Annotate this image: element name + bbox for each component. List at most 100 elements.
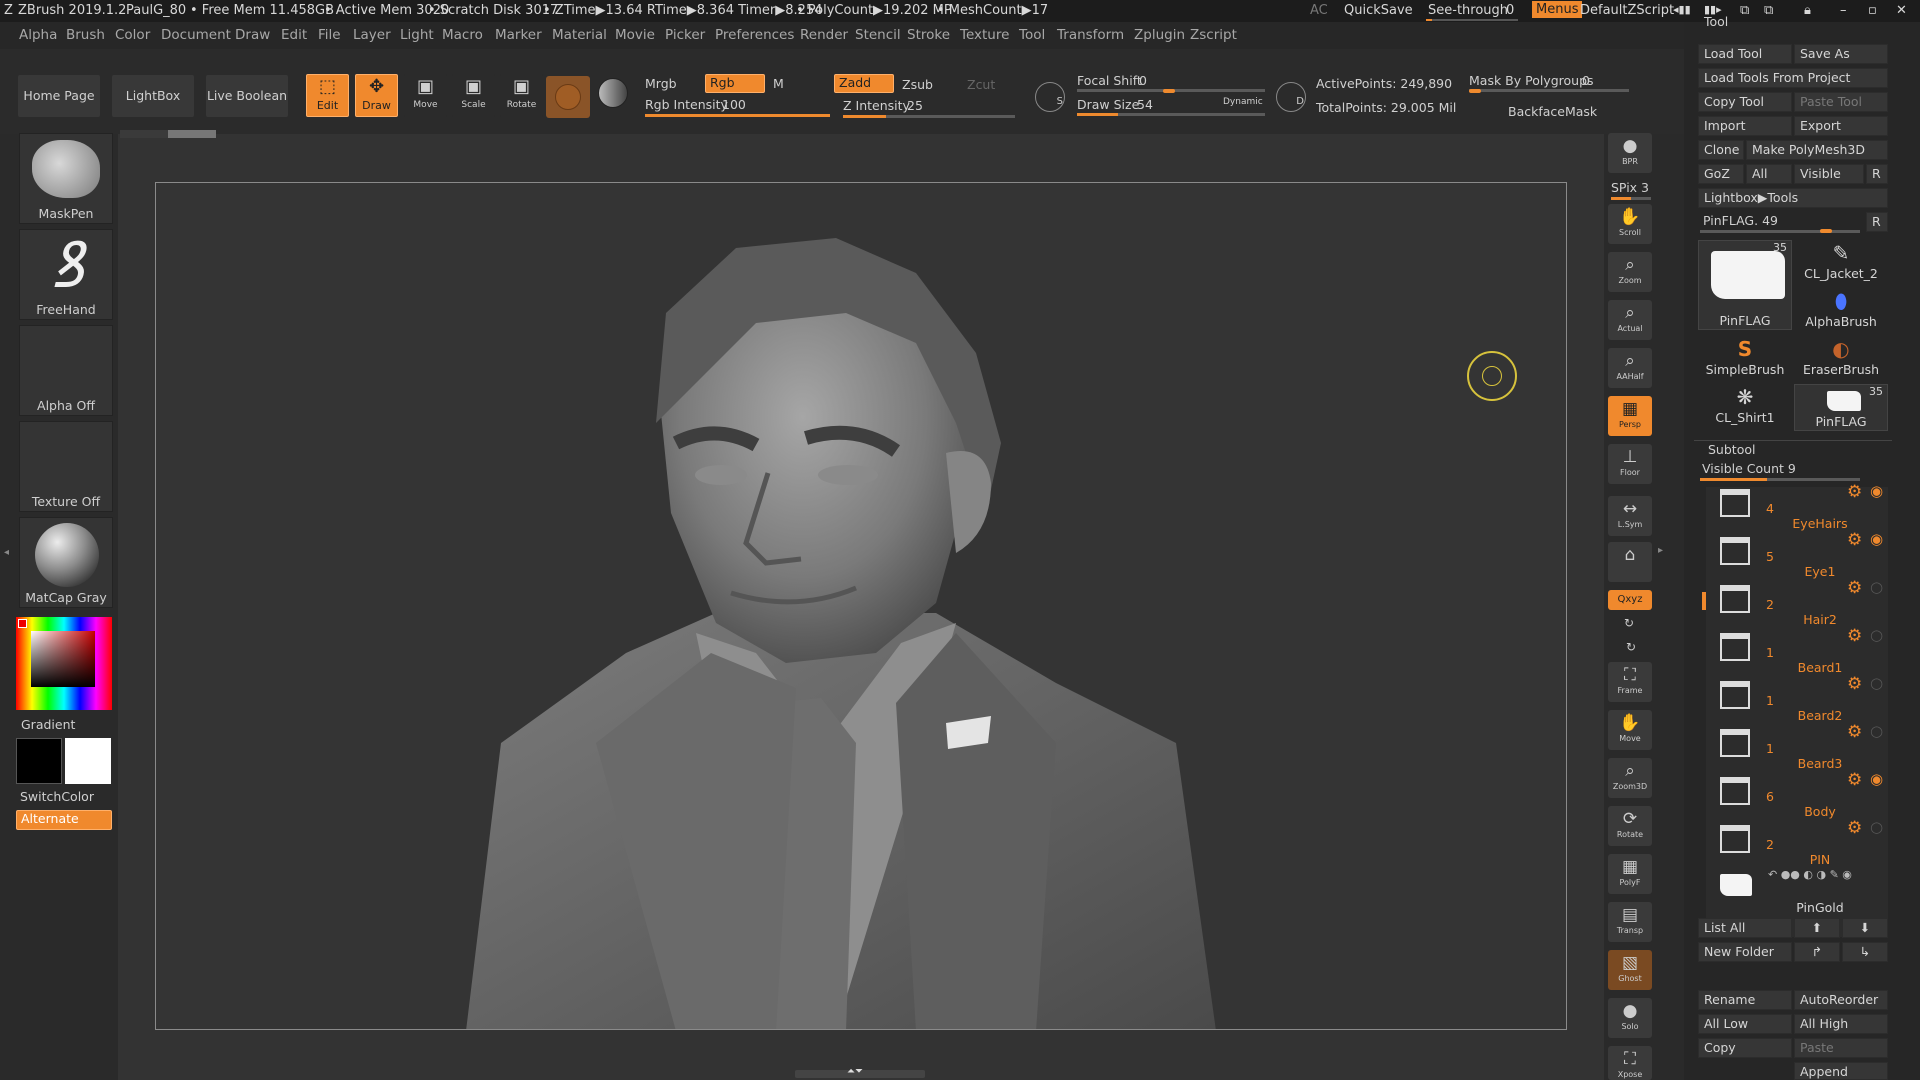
subtool-folder-icon[interactable] [1720, 777, 1750, 805]
backface-mask-button[interactable]: BackfaceMask [1508, 104, 1597, 119]
draw-mode-button[interactable]: ✥ Draw [355, 74, 398, 117]
tray-left-icon[interactable]: ◂▮▮ [1673, 3, 1691, 16]
see-through-slider[interactable] [1426, 19, 1518, 21]
eye-icon[interactable]: ○ [1870, 818, 1883, 836]
move-button[interactable]: ▣ Move [404, 74, 447, 117]
subtool-folder-icon[interactable] [1720, 633, 1750, 661]
xpose-button[interactable]: ⛶ Xpose [1608, 1046, 1652, 1080]
import-button[interactable]: Import [1698, 116, 1792, 136]
zadd-button[interactable]: Zadd [834, 74, 894, 93]
frame-button[interactable]: ⛶ Frame [1608, 662, 1652, 702]
menu-file[interactable]: File [318, 27, 341, 43]
zcut-button[interactable]: Zcut [967, 77, 995, 92]
tool-thumb-pinflag-2[interactable]: 35 PinFLAG [1794, 384, 1888, 431]
polyf-button[interactable]: ▦ PolyF [1608, 854, 1652, 894]
export-button[interactable]: Export [1794, 116, 1888, 136]
subtool-panel-title[interactable]: Subtool [1708, 442, 1755, 457]
gear-icon[interactable]: ⚙ [1847, 578, 1862, 598]
menu-brush[interactable]: Brush [66, 27, 105, 43]
lsym-button[interactable]: ↔ L.Sym [1608, 496, 1652, 536]
menu-alpha[interactable]: Alpha [19, 27, 57, 43]
eye-icon[interactable]: ○ [1870, 578, 1883, 596]
menu-light[interactable]: Light [400, 27, 434, 43]
eye-icon[interactable]: ◉ [1870, 770, 1883, 788]
eye-icon[interactable]: ○ [1870, 626, 1883, 644]
save-as-button[interactable]: Save As [1794, 44, 1888, 64]
arrow-up-icon[interactable]: ⬆ [1794, 918, 1840, 938]
subtool-name[interactable]: Beard2 [1760, 708, 1880, 723]
see-through-label[interactable]: See-through [1428, 3, 1508, 18]
mask-by-polygroups-knob[interactable] [1469, 89, 1481, 93]
window-restore-icon[interactable]: ⧉ [1764, 3, 1773, 18]
subtool-name[interactable]: PIN [1760, 852, 1880, 867]
eye-icon[interactable]: ◉ [1870, 482, 1883, 500]
menu-color[interactable]: Color [115, 27, 150, 43]
lock-icon[interactable]: 🔒︎ [1804, 3, 1811, 18]
lightbox-button[interactable]: LightBox [112, 75, 194, 117]
rotate-button[interactable]: ▣ Rotate [500, 74, 543, 117]
tool-thumb-pinflag[interactable]: 35 PinFLAG [1698, 240, 1792, 330]
tool-thumb-cl-shirt[interactable]: ❋ CL_Shirt1 [1698, 384, 1792, 431]
gear-icon[interactable]: ⚙ [1847, 770, 1862, 790]
zoom-button[interactable]: ⌕ Zoom [1608, 252, 1652, 292]
subtool-folder-icon[interactable] [1720, 537, 1750, 565]
rotate-z-icon[interactable]: ↻ [1626, 640, 1636, 654]
scroll-button[interactable]: ✋ Scroll [1608, 204, 1652, 244]
menu-transform[interactable]: Transform [1057, 27, 1124, 43]
bpr-button[interactable]: ● BPR [1608, 133, 1652, 173]
menu-texture[interactable]: Texture [960, 27, 1009, 43]
spix-label[interactable]: SPix 3 [1611, 180, 1649, 195]
menu-stroke[interactable]: Stroke [907, 27, 950, 43]
goz-all-button[interactable]: All [1746, 164, 1792, 184]
subtool-toggles-icon[interactable]: ↶ ●● ◐ ◑ ✎ ◉ [1768, 868, 1852, 881]
tool-thumb-eraserbrush[interactable]: ◐ EraserBrush [1794, 336, 1888, 383]
brush-selector[interactable]: MaskPen [19, 133, 113, 224]
menu-draw[interactable]: Draw [235, 27, 270, 43]
dynamic-size-button[interactable]: Dynamic [1223, 97, 1263, 107]
copy-button[interactable]: Copy [1698, 1038, 1792, 1058]
eye-icon[interactable]: ○ [1870, 722, 1883, 740]
gear-icon[interactable]: ⚙ [1847, 482, 1862, 502]
quicksave-button[interactable]: QuickSave [1344, 3, 1413, 18]
rotate-view-button[interactable]: ⟳ Rotate [1608, 806, 1652, 846]
qxyz-button[interactable]: Qxyz [1608, 590, 1652, 610]
append-button[interactable]: Append [1794, 1062, 1888, 1080]
subtool-folder-icon[interactable] [1720, 729, 1750, 757]
make-polymesh3d-button[interactable]: Make PolyMesh3D [1746, 140, 1888, 160]
menu-zscript[interactable]: Zscript [1190, 27, 1237, 43]
menu-zplugin[interactable]: Zplugin [1134, 27, 1185, 43]
gear-icon[interactable]: ⚙ [1847, 722, 1862, 742]
menu-stencil[interactable]: Stencil [855, 27, 901, 43]
tool-r-button[interactable]: R [1866, 212, 1888, 232]
subtool-folder-icon[interactable] [1720, 585, 1750, 613]
mrgb-button[interactable]: Mrgb [645, 76, 677, 91]
load-tools-from-project-button[interactable]: Load Tools From Project [1698, 68, 1888, 88]
rgb-button[interactable]: Rgb [705, 74, 765, 93]
move-down-icon[interactable]: ↳ [1842, 942, 1888, 962]
subtool-folder-icon[interactable] [1720, 825, 1750, 853]
primary-color-swatch[interactable] [16, 738, 62, 784]
switch-color-button[interactable]: SwitchColor [20, 789, 94, 804]
window-layout-icon[interactable]: ⧉ [1740, 3, 1749, 18]
material-selector[interactable]: MatCap Gray [19, 517, 113, 608]
close-icon[interactable]: ✕ [1896, 3, 1907, 18]
paste-tool-button[interactable]: Paste Tool [1794, 92, 1888, 112]
home-page-button[interactable]: Home Page [18, 75, 100, 117]
maximize-icon[interactable]: ▫ [1868, 3, 1877, 18]
texture-selector[interactable]: Texture Off [19, 421, 113, 512]
visible-count-slider[interactable] [1700, 478, 1860, 481]
lightbox-tools-button[interactable]: Lightbox▶Tools [1698, 188, 1888, 208]
menu-material[interactable]: Material [552, 27, 607, 43]
tool-thumb-alphabrush[interactable]: ⬮ AlphaBrush [1794, 288, 1888, 335]
load-tool-button[interactable]: Load Tool [1698, 44, 1792, 64]
local-lock-button[interactable]: ⌂ [1608, 542, 1652, 582]
chevron-up-icon[interactable]: ⏶⏷ [847, 1066, 863, 1077]
tool-thumb-cl-jacket[interactable]: ✎ CL_Jacket_2 [1794, 240, 1888, 287]
rename-button[interactable]: Rename [1698, 990, 1792, 1010]
secondary-color-swatch[interactable] [65, 738, 111, 784]
subtool-name[interactable]: Hair2 [1760, 612, 1880, 627]
clone-button[interactable]: Clone [1698, 140, 1744, 160]
gear-icon[interactable]: ⚙ [1847, 626, 1862, 646]
default-zscript-button[interactable]: DefaultZScript [1580, 3, 1674, 18]
texture-swatch-button[interactable] [598, 78, 634, 114]
